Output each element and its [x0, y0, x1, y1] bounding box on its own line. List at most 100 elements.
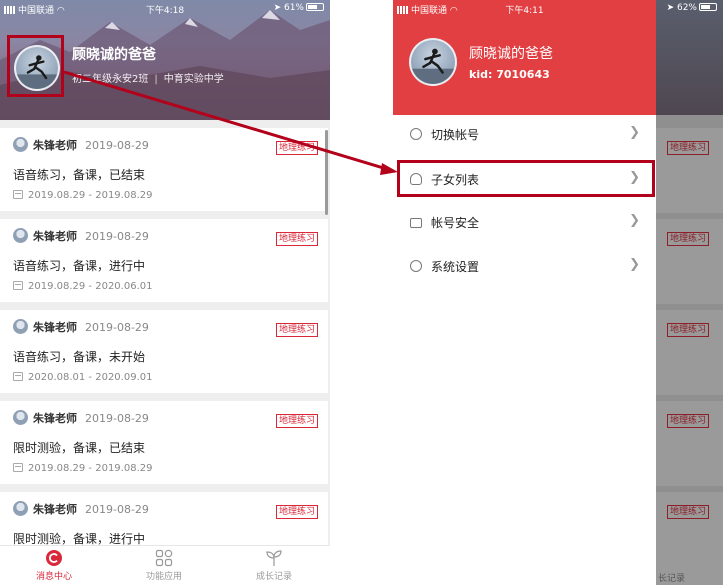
- switch-account-icon: [410, 128, 422, 140]
- list-item[interactable]: 朱锋老师 2019-08-29 地理练习 语音练习，备课，未开始 2020.08.…: [0, 310, 328, 393]
- chevron-right-icon: ❯: [629, 213, 640, 228]
- subject-tag: 地理练习: [667, 141, 710, 155]
- grid-icon: [155, 549, 173, 567]
- teacher-avatar-icon: [13, 410, 28, 425]
- post-date: 2019-08-29: [85, 503, 149, 516]
- calendar-icon: [13, 372, 23, 381]
- teacher-avatar-icon: [13, 137, 28, 152]
- teacher-name: 朱锋老师: [33, 230, 77, 243]
- list-item[interactable]: 朱锋老师 2019-08-29 地理练习 限时测验，备课，进行中: [0, 492, 328, 552]
- post-date: 2019-08-29: [85, 230, 149, 243]
- subject-tag: 地理练习: [275, 232, 318, 246]
- separator: |: [154, 74, 158, 85]
- status-bar: 中国联通 ◠ 下午4:18 ➤ 61%: [0, 0, 330, 16]
- date-range: 2019.08.29 - 2020.06.01: [13, 281, 152, 292]
- location-icon: ➤: [273, 3, 284, 13]
- tab-message-center[interactable]: 消息中心: [14, 549, 94, 582]
- teacher-avatar-icon: [13, 501, 28, 516]
- dimmed-underlay[interactable]: ➤ 62% 地理练习 地理练习 地理练习 地理练习 地理练习 长记录: [656, 0, 723, 585]
- school-name: 中育实验中学: [163, 74, 224, 85]
- chevron-right-icon: ❯: [629, 257, 640, 272]
- drawer-header: 中国联通 ◠ 下午4:11 顾晓诚的爸爸 kid: 7010643: [393, 0, 656, 115]
- side-drawer: 中国联通 ◠ 下午4:11 顾晓诚的爸爸 kid: 7010643 切换帐号 ❯…: [393, 0, 656, 585]
- subject-tag: 地理练习: [667, 323, 710, 337]
- message-center-icon: [46, 550, 62, 566]
- teacher-name: 朱锋老师: [33, 503, 77, 516]
- menu-item-label: 系统设置: [431, 260, 480, 274]
- underlay-card: 地理练习: [656, 219, 723, 304]
- card-title: 语音练习，备课，未开始: [13, 350, 146, 364]
- card-header: 朱锋老师 2019-08-29: [13, 137, 149, 153]
- status-time: 下午4:11: [505, 6, 544, 16]
- list-item[interactable]: 朱锋老师 2019-08-29 地理练习 语音练习，备课，进行中 2019.08.…: [0, 219, 328, 302]
- menu-item-label: 帐号安全: [431, 216, 480, 230]
- subject-tag: 地理练习: [275, 414, 318, 428]
- lock-icon: [410, 218, 422, 228]
- class-info: 初二年级永安2班 | 中育实验中学: [72, 70, 224, 85]
- battery: ➤ 61%: [274, 3, 324, 13]
- chevron-right-icon: ❯: [629, 125, 640, 140]
- tab-function-apps[interactable]: 功能应用: [124, 549, 204, 582]
- avatar-highlight-box: [7, 35, 64, 97]
- underlay-card: 地理练习: [656, 492, 723, 552]
- calendar-icon: [13, 190, 23, 199]
- post-date: 2019-08-29: [85, 139, 149, 152]
- tab-label: 消息中心: [35, 572, 72, 582]
- location-icon: ➤: [666, 3, 677, 13]
- left-screen: 中国联通 ◠ 下午4:18 ➤ 61% 顾晓诚的爸爸 初二年级永安2班 | 中育实验…: [0, 0, 330, 585]
- menu-highlight-box: [397, 160, 655, 197]
- card-title: 语音练习，备课，进行中: [13, 259, 146, 273]
- subject-tag: 地理练习: [667, 414, 710, 428]
- teacher-name: 朱锋老师: [33, 321, 77, 334]
- underlay-tab-label: 长记录: [656, 545, 723, 585]
- underlay-card: 地理练习: [656, 310, 723, 395]
- subject-tag: 地理练习: [275, 141, 318, 155]
- avatar[interactable]: [409, 38, 457, 86]
- battery: ➤ 62%: [667, 3, 717, 13]
- underlay-header: [656, 0, 723, 115]
- calendar-icon: [13, 463, 23, 472]
- card-header: 朱锋老师 2019-08-29: [13, 410, 149, 426]
- battery-icon: [306, 3, 324, 11]
- class-name: 初二年级永安2班: [72, 74, 149, 85]
- teacher-avatar-icon: [13, 319, 28, 334]
- scrollbar[interactable]: [325, 130, 328, 215]
- post-date: 2019-08-29: [85, 321, 149, 334]
- subject-tag: 地理练习: [275, 505, 318, 519]
- card-header: 朱锋老师 2019-08-29: [13, 319, 149, 335]
- menu-item-switch-account[interactable]: 切换帐号 ❯: [393, 116, 656, 152]
- underlay-card: 地理练习: [656, 401, 723, 486]
- card-title: 限时测验，备课，已结束: [13, 441, 146, 455]
- parent-name: 顾晓诚的爸爸: [72, 47, 156, 63]
- date-range: 2019.08.29 - 2019.08.29: [13, 190, 152, 201]
- date-range: 2019.08.29 - 2019.08.29: [13, 463, 152, 474]
- teacher-name: 朱锋老师: [33, 412, 77, 425]
- subject-tag: 地理练习: [667, 232, 710, 246]
- tab-bar: 消息中心 功能应用 成长记录: [0, 545, 330, 585]
- gear-icon: [410, 260, 422, 272]
- list-item[interactable]: 朱锋老师 2019-08-29 地理练习 语音练习，备课，已结束 2019.08.…: [0, 128, 328, 211]
- underlay-card: 地理练习: [656, 128, 723, 213]
- subject-tag: 地理练习: [667, 505, 710, 519]
- parent-name: 顾晓诚的爸爸: [469, 46, 553, 62]
- post-date: 2019-08-29: [85, 412, 149, 425]
- list-item[interactable]: 朱锋老师 2019-08-29 地理练习 限时测验，备课，已结束 2019.08.…: [0, 401, 328, 484]
- card-header: 朱锋老师 2019-08-29: [13, 501, 149, 517]
- status-bar: 中国联通 ◠ 下午4:11: [393, 0, 656, 16]
- kid-id: kid: 7010643: [469, 68, 550, 81]
- calendar-icon: [13, 281, 23, 290]
- teacher-avatar-icon: [13, 228, 28, 243]
- tab-label: 功能应用: [145, 572, 182, 582]
- teacher-name: 朱锋老师: [33, 139, 77, 152]
- menu-item-account-security[interactable]: 帐号安全 ❯: [393, 204, 656, 240]
- tab-growth-record[interactable]: 成长记录: [234, 549, 314, 582]
- tab-label: 成长记录: [255, 572, 292, 582]
- card-title: 语音练习，备课，已结束: [13, 168, 146, 182]
- menu-item-system-settings[interactable]: 系统设置 ❯: [393, 248, 656, 284]
- runner-avatar-icon: [411, 48, 455, 84]
- sprout-icon: [266, 550, 282, 566]
- menu-item-label: 切换帐号: [431, 128, 480, 142]
- subject-tag: 地理练习: [275, 323, 318, 337]
- battery-icon: [699, 3, 717, 11]
- date-range: 2020.08.01 - 2020.09.01: [13, 372, 152, 383]
